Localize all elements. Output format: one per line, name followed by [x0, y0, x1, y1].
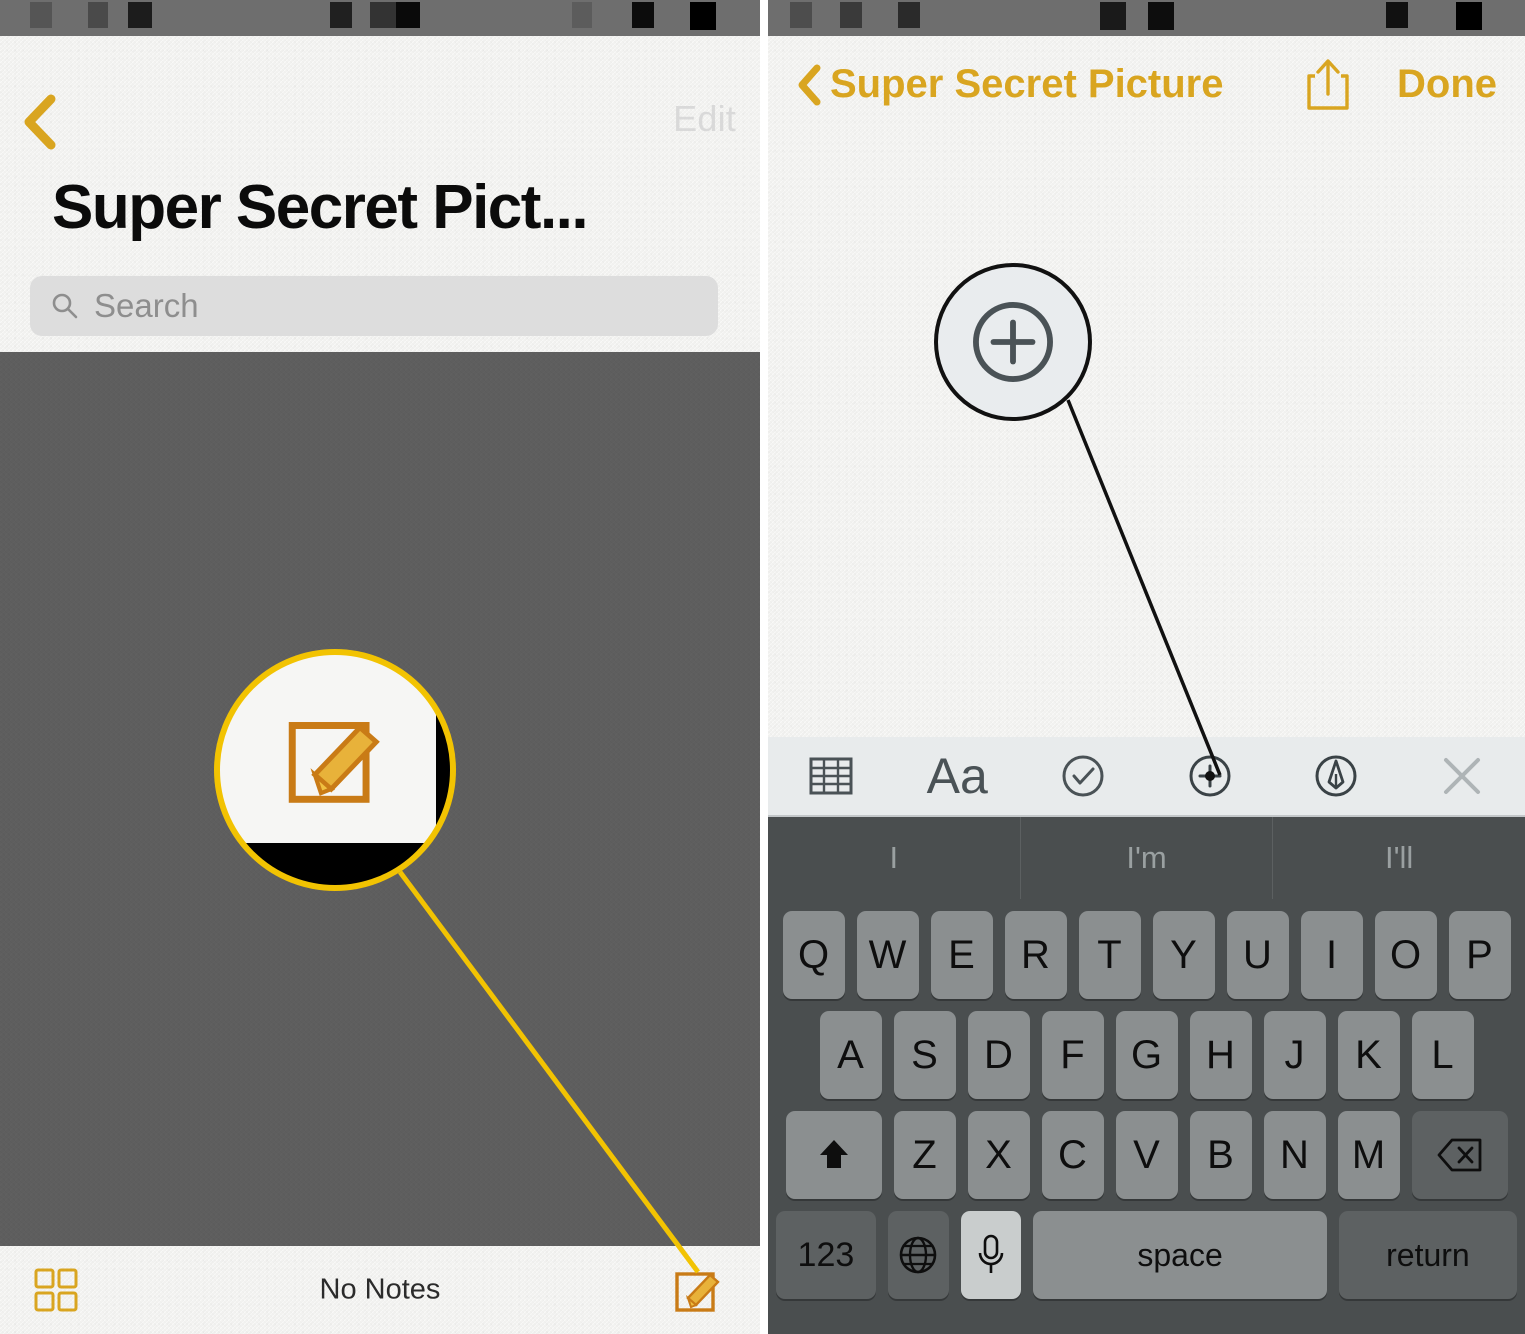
- shift-arrow-icon[interactable]: [785, 1111, 882, 1199]
- key-v[interactable]: V: [1115, 1111, 1178, 1199]
- key-h[interactable]: H: [1189, 1011, 1252, 1099]
- redacted-status-bar: [0, 0, 760, 36]
- status-bar-block: [88, 2, 108, 28]
- chevron-left-icon[interactable]: [796, 64, 822, 106]
- key-r[interactable]: R: [1004, 911, 1067, 999]
- globe-icon[interactable]: [887, 1211, 949, 1299]
- prediction-2[interactable]: I'll: [1273, 817, 1525, 899]
- empty-state-label: No Notes: [319, 1273, 441, 1306]
- key-x[interactable]: X: [967, 1111, 1030, 1199]
- text-format-icon[interactable]: Aa: [894, 737, 1020, 815]
- screenshot-root: Edit Super Secret Pict... Search No Note…: [0, 0, 1525, 1334]
- page-title: Super Secret Pict...: [52, 173, 589, 242]
- key-k[interactable]: K: [1337, 1011, 1400, 1099]
- space-key[interactable]: space: [1033, 1211, 1327, 1299]
- close-icon[interactable]: [1399, 737, 1525, 815]
- key-l[interactable]: L: [1411, 1011, 1474, 1099]
- bottom-toolbar: No Notes: [0, 1246, 760, 1334]
- keyboard-row-3: Z X C V B N M: [768, 1111, 1525, 1199]
- key-o[interactable]: O: [1374, 911, 1437, 999]
- key-j[interactable]: J: [1263, 1011, 1326, 1099]
- search-input[interactable]: Search: [30, 276, 718, 336]
- checklist-icon[interactable]: [1020, 737, 1146, 815]
- status-bar-block: [1386, 2, 1408, 28]
- notes-folder-screen: Edit Super Secret Pict... Search No Note…: [0, 0, 760, 1334]
- table-icon[interactable]: [768, 737, 894, 815]
- key-i[interactable]: I: [1300, 911, 1363, 999]
- key-q[interactable]: Q: [782, 911, 845, 999]
- backspace-icon[interactable]: [1411, 1111, 1508, 1199]
- key-n[interactable]: N: [1263, 1111, 1326, 1199]
- key-y[interactable]: Y: [1152, 911, 1215, 999]
- search-icon: [50, 291, 80, 321]
- keyboard-row-4: 123 space return: [768, 1211, 1525, 1299]
- back-button-label[interactable]: Super Secret Picture: [830, 62, 1224, 107]
- notes-list-empty-area: [0, 352, 760, 1246]
- software-keyboard: I I'm I'll Q W E R T Y U I O P A S D F G…: [768, 817, 1525, 1334]
- key-p[interactable]: P: [1448, 911, 1511, 999]
- panel-divider: [760, 0, 768, 1334]
- chevron-left-icon[interactable]: [20, 94, 60, 150]
- status-bar-block: [690, 2, 716, 30]
- note-accessory-toolbar: Aa: [768, 737, 1525, 817]
- key-w[interactable]: W: [856, 911, 919, 999]
- share-icon[interactable]: [1303, 56, 1353, 114]
- return-key[interactable]: return: [1338, 1211, 1517, 1299]
- search-placeholder: Search: [94, 287, 199, 324]
- key-s[interactable]: S: [893, 1011, 956, 1099]
- status-bar-block: [1148, 2, 1174, 30]
- navigation-bar: Super Secret Picture Done: [768, 36, 1525, 128]
- key-g[interactable]: G: [1115, 1011, 1178, 1099]
- text-format-label: Aa: [926, 748, 988, 804]
- status-bar-block: [330, 2, 352, 28]
- status-bar-block: [30, 2, 52, 28]
- status-bar-block: [572, 2, 592, 28]
- key-t[interactable]: T: [1078, 911, 1141, 999]
- status-bar-block: [1100, 2, 1126, 30]
- markup-pen-icon[interactable]: [1273, 737, 1399, 815]
- status-bar-block: [396, 2, 420, 28]
- done-button[interactable]: Done: [1397, 62, 1497, 107]
- compose-note-icon[interactable]: [672, 1264, 724, 1316]
- key-d[interactable]: D: [967, 1011, 1030, 1099]
- note-editor-screen: Super Secret Picture Done Aa I I'm I'll …: [768, 0, 1525, 1334]
- navigation-bar: Edit Super Secret Pict... Search: [0, 36, 760, 352]
- key-z[interactable]: Z: [893, 1111, 956, 1199]
- redacted-status-bar: [768, 0, 1525, 36]
- prediction-0[interactable]: I: [768, 817, 1021, 899]
- key-e[interactable]: E: [930, 911, 993, 999]
- keyboard-row-1: Q W E R T Y U I O P: [768, 911, 1525, 999]
- status-bar-block: [840, 2, 862, 28]
- predictive-text-bar: I I'm I'll: [768, 817, 1525, 899]
- key-m[interactable]: M: [1337, 1111, 1400, 1199]
- microphone-icon[interactable]: [960, 1211, 1022, 1299]
- status-bar-block: [1456, 2, 1482, 30]
- key-f[interactable]: F: [1041, 1011, 1104, 1099]
- status-bar-block: [898, 2, 920, 28]
- status-bar-block: [128, 2, 152, 28]
- status-bar-block: [632, 2, 654, 28]
- key-b[interactable]: B: [1189, 1111, 1252, 1199]
- edit-button[interactable]: Edit: [673, 98, 736, 140]
- key-a[interactable]: A: [819, 1011, 882, 1099]
- status-bar-block: [370, 2, 396, 28]
- numbers-key[interactable]: 123: [776, 1211, 876, 1299]
- status-bar-block: [790, 2, 812, 28]
- key-c[interactable]: C: [1041, 1111, 1104, 1199]
- add-media-icon[interactable]: [1147, 737, 1273, 815]
- prediction-1[interactable]: I'm: [1021, 817, 1274, 899]
- key-u[interactable]: U: [1226, 911, 1289, 999]
- keyboard-row-2: A S D F G H J K L: [768, 1011, 1525, 1099]
- note-text-area[interactable]: [768, 128, 1525, 737]
